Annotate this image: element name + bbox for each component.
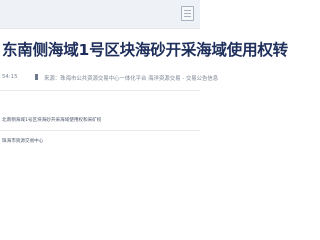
- content-divider: [0, 130, 200, 131]
- top-divider: [0, 28, 200, 29]
- article-meta: 54:15 来源：珠海市公共资源交易中心一体化平台 海洋资源交易 - 交易公告信…: [0, 70, 218, 84]
- publish-time: 54:15: [2, 74, 18, 80]
- top-bar: [0, 0, 200, 28]
- document-icon[interactable]: [181, 6, 194, 21]
- page-title: 东南侧海域1号区块海砂开采海域使用权转: [2, 41, 288, 59]
- source-info: 来源：珠海市公共资源交易中心一体化平台 海洋资源交易 - 交易公告信息: [44, 76, 219, 82]
- separator-bar-icon: [35, 74, 38, 80]
- meta-divider: [0, 90, 200, 91]
- footer-text: 珠海市资源交易中心: [2, 139, 44, 144]
- related-link[interactable]: 北南侧海域1号区块海砂开采海域使用权和采矿权: [2, 117, 198, 123]
